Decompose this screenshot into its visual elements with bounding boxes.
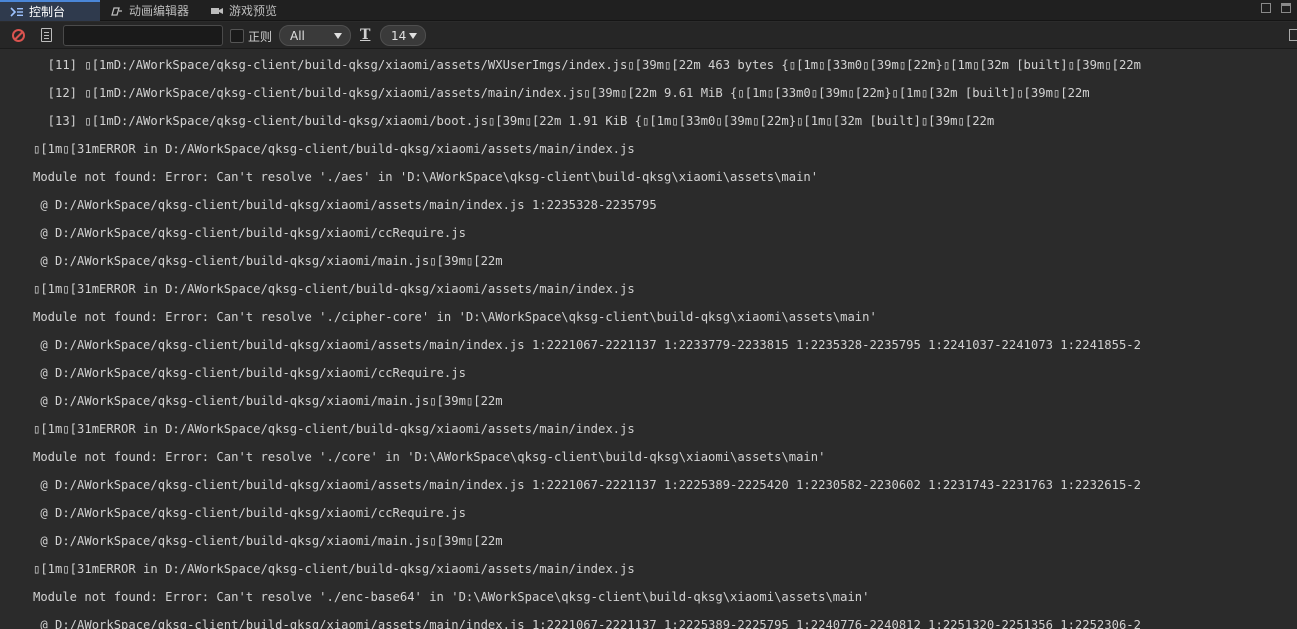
tab-animation-editor-label: 动画编辑器 [129,4,190,18]
log-line: @ D:/AWorkSpace/qksg-client/build-qksg/x… [33,254,503,268]
log-line: @ D:/AWorkSpace/qksg-client/build-qksg/x… [33,366,466,380]
chevron-down-icon [334,33,342,39]
log-line: ▯[1m▯[31mERROR in D:/AWorkSpace/qksg-cli… [33,422,635,436]
font-size-icon: T [360,27,371,43]
log-line: Module not found: Error: Can't resolve '… [33,450,826,464]
log-line: [12] ▯[1mD:/AWorkSpace/qksg-client/build… [33,86,1090,100]
log-line: Module not found: Error: Can't resolve '… [33,310,877,324]
log-line: ▯[1m▯[31mERROR in D:/AWorkSpace/qksg-cli… [33,142,635,156]
log-line: @ D:/AWorkSpace/qksg-client/build-qksg/x… [33,478,1141,492]
font-size-value: 14 [391,28,407,43]
log-level-select[interactable]: All [279,25,351,46]
log-line: @ D:/AWorkSpace/qksg-client/build-qksg/x… [33,506,466,520]
font-size-select[interactable]: 14 [380,25,426,46]
tab-game-preview-label: 游戏预览 [229,4,278,18]
log-level-value: All [290,28,305,43]
tab-game-preview[interactable]: 游戏预览 [200,0,290,21]
log-line: Module not found: Error: Can't resolve '… [33,590,870,604]
log-line: @ D:/AWorkSpace/qksg-client/build-qksg/x… [33,618,1141,629]
console-icon [10,6,24,18]
log-line: Module not found: Error: Can't resolve '… [33,170,819,184]
log-line: @ D:/AWorkSpace/qksg-client/build-qksg/x… [33,198,657,212]
log-line: @ D:/AWorkSpace/qksg-client/build-qksg/x… [33,534,503,548]
chevron-down-icon [409,33,417,39]
tab-console[interactable]: 控制台 [0,0,100,21]
log-line: @ D:/AWorkSpace/qksg-client/build-qksg/x… [33,394,503,408]
search-input[interactable] [63,25,223,46]
clear-console-icon[interactable] [12,29,25,42]
log-line: ▯[1m▯[31mERROR in D:/AWorkSpace/qksg-cli… [33,282,635,296]
open-log-file-icon[interactable] [41,28,52,42]
collapse-icon[interactable] [1289,29,1297,41]
tab-animation-editor[interactable]: 动画编辑器 [100,0,200,21]
console-output[interactable]: [11] ▯[1mD:/AWorkSpace/qksg-client/build… [0,50,1297,629]
log-line: [13] ▯[1mD:/AWorkSpace/qksg-client/build… [33,114,995,128]
animation-icon [110,5,124,17]
camera-icon [210,5,224,17]
log-line: ▯[1m▯[31mERROR in D:/AWorkSpace/qksg-cli… [33,562,635,576]
regex-label: 正则 [248,30,273,44]
maximize-icon[interactable] [1261,3,1271,13]
log-line: @ D:/AWorkSpace/qksg-client/build-qksg/x… [33,226,466,240]
tab-console-label: 控制台 [29,5,66,19]
panel-window-controls [1261,3,1291,13]
console-toolbar: 正则 All T 14 [0,22,1297,49]
panel-tab-bar: 控制台 动画编辑器 游戏预览 [0,0,1297,21]
regex-checkbox[interactable] [230,29,244,43]
panel-menu-icon[interactable] [1281,3,1291,13]
log-line: [11] ▯[1mD:/AWorkSpace/qksg-client/build… [33,58,1141,72]
log-line: @ D:/AWorkSpace/qksg-client/build-qksg/x… [33,338,1141,352]
